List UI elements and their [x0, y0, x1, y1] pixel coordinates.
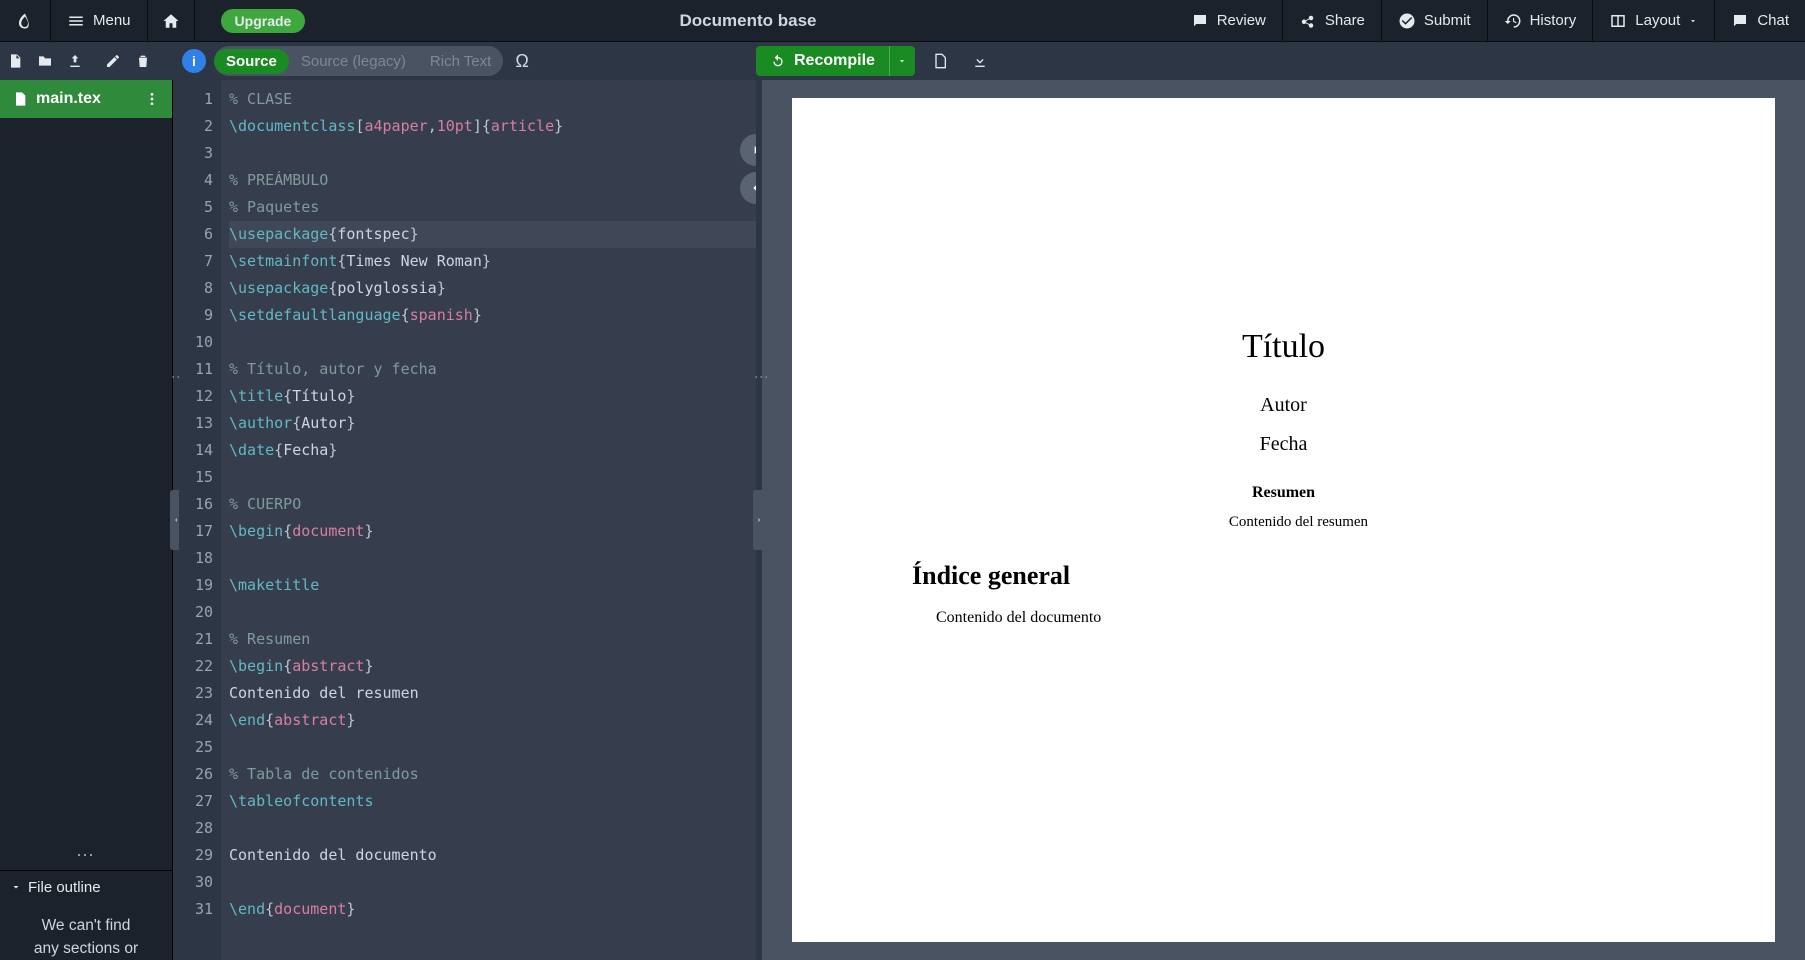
view-mode-toggle: Source Source (legacy) Rich Text	[214, 46, 503, 76]
sync-to-pdf-button[interactable]	[740, 134, 756, 166]
layout-icon	[1609, 12, 1627, 30]
review-icon	[1191, 12, 1209, 30]
layout-button[interactable]: Layout	[1592, 0, 1714, 41]
pdf-page: Título Autor Fecha Resumen Contenido del…	[792, 98, 1775, 942]
pdf-abstract-header: Resumen	[912, 484, 1655, 502]
project-title: Documento base	[321, 11, 1174, 31]
code-area[interactable]: % CLASE\documentclass[a4paper,10pt]{arti…	[221, 80, 756, 960]
refresh-icon	[770, 53, 786, 69]
rename-button[interactable]	[98, 42, 128, 80]
recompile-dropdown[interactable]	[889, 46, 915, 76]
symbol-palette-button[interactable]: Ω	[515, 51, 528, 72]
pdf-preview[interactable]: Título Autor Fecha Resumen Contenido del…	[762, 80, 1805, 960]
upgrade-wrap: Upgrade	[194, 0, 322, 41]
chevron-down-icon	[897, 56, 907, 66]
download-button[interactable]	[965, 42, 995, 80]
file-tree-body	[0, 118, 172, 845]
file-tree-panel: main.tex ⋯ File outline We can't find an…	[0, 80, 173, 960]
line-gutter: 1234567891011121314151617181920212223242…	[179, 80, 221, 960]
home-icon	[162, 12, 180, 30]
logo-button[interactable]	[0, 0, 50, 41]
arrow-right-icon	[748, 142, 756, 158]
share-button[interactable]: Share	[1282, 0, 1381, 41]
kebab-icon[interactable]	[144, 91, 160, 107]
menu-button[interactable]: Menu	[50, 0, 147, 41]
main-area: main.tex ⋯ File outline We can't find an…	[0, 80, 1805, 960]
delete-button[interactable]	[128, 42, 158, 80]
recompile-button[interactable]: Recompile	[756, 46, 889, 76]
resize-handle-right[interactable]: ⋮	[756, 80, 762, 960]
share-icon	[1299, 12, 1317, 30]
new-folder-button[interactable]	[30, 42, 60, 80]
view-logs-button[interactable]	[925, 42, 955, 80]
view-source-legacy[interactable]: Source (legacy)	[289, 49, 418, 74]
menu-icon	[67, 12, 85, 30]
file-icon	[932, 53, 948, 69]
chevron-right-icon	[755, 514, 763, 526]
pdf-author: Autor	[912, 394, 1655, 417]
code-editor[interactable]: 1234567891011121314151617181920212223242…	[179, 80, 756, 960]
pdf-body: Contenido del documento	[912, 609, 1655, 627]
chevron-down-icon	[10, 881, 22, 893]
chat-button[interactable]: Chat	[1714, 0, 1805, 41]
top-nav: Menu Upgrade Documento base Review Share…	[0, 0, 1805, 42]
view-rich-text[interactable]: Rich Text	[418, 49, 503, 74]
home-button[interactable]	[147, 0, 194, 41]
editor-toolbar: i Source Source (legacy) Rich Text Ω Rec…	[0, 42, 1805, 80]
file-icon	[12, 91, 28, 107]
pdf-abstract-body: Contenido del resumen	[912, 514, 1655, 531]
history-button[interactable]: History	[1487, 0, 1593, 41]
outline-empty-message: We can't find any sections or	[0, 904, 172, 960]
pdf-toc-header: Índice general	[912, 561, 1655, 591]
folder-icon	[37, 53, 53, 69]
upload-button[interactable]	[60, 42, 90, 80]
pencil-icon	[105, 53, 121, 69]
upgrade-button[interactable]: Upgrade	[221, 9, 306, 33]
submit-icon	[1398, 12, 1416, 30]
menu-label: Menu	[93, 12, 131, 29]
file-tree-active-file[interactable]: main.tex	[0, 80, 172, 118]
leaf-icon	[16, 12, 34, 30]
recompile-group: Recompile	[756, 46, 915, 76]
history-icon	[1504, 12, 1522, 30]
chat-icon	[1731, 12, 1749, 30]
sync-to-code-button[interactable]	[740, 172, 756, 204]
view-source[interactable]: Source	[214, 49, 289, 74]
pdf-date: Fecha	[912, 433, 1655, 456]
trash-icon	[135, 53, 151, 69]
new-file-icon	[7, 53, 23, 69]
new-file-button[interactable]	[0, 42, 30, 80]
info-button[interactable]: i	[182, 49, 206, 73]
arrow-left-icon	[748, 180, 756, 196]
submit-button[interactable]: Submit	[1381, 0, 1487, 41]
download-icon	[972, 53, 988, 69]
review-button[interactable]: Review	[1175, 0, 1282, 41]
pdf-title: Título	[912, 328, 1655, 366]
file-outline-toggle[interactable]: File outline	[0, 871, 172, 904]
chevron-down-icon	[1688, 16, 1698, 26]
upload-icon	[67, 53, 83, 69]
file-tree-resize-dots[interactable]: ⋯	[0, 845, 172, 870]
